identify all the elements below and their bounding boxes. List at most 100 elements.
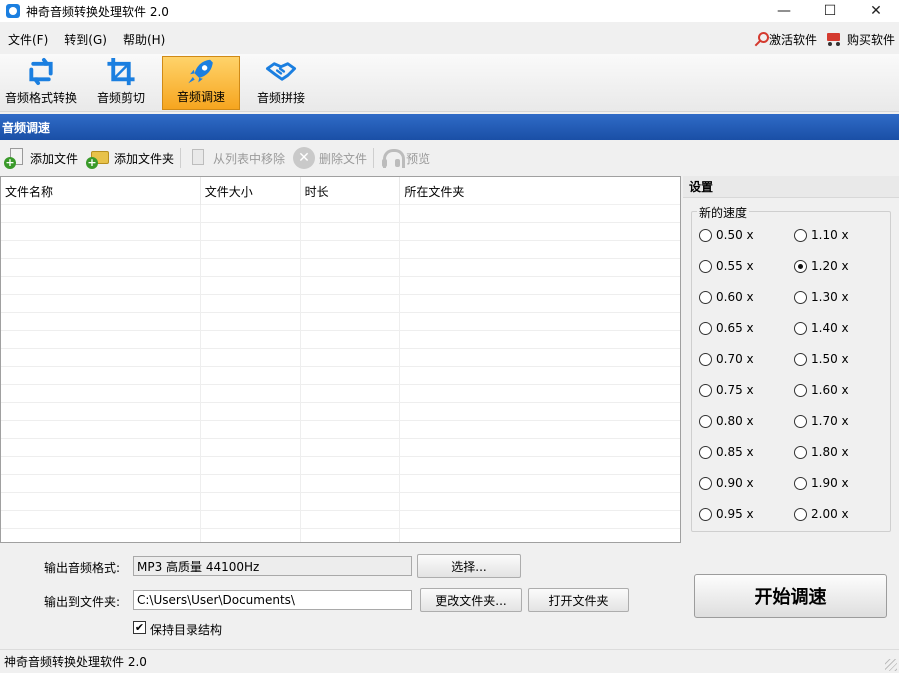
table-cell <box>201 205 301 223</box>
speed-radio-option[interactable]: 0.70 x <box>699 352 754 366</box>
speed-radio-option[interactable]: 0.50 x <box>699 228 754 242</box>
speed-radio-option[interactable]: 2.00 x <box>794 507 849 521</box>
file-list-table[interactable]: 文件名称 文件大小 时长 所在文件夹 <box>0 176 681 543</box>
delete-file-button[interactable]: ✕ 删除文件 <box>289 144 371 172</box>
speed-radio-label: 0.55 x <box>716 259 754 273</box>
table-row[interactable] <box>1 511 680 529</box>
speed-radio-option[interactable]: 1.60 x <box>794 383 849 397</box>
table-row[interactable] <box>1 205 680 223</box>
table-row[interactable] <box>1 421 680 439</box>
table-row[interactable] <box>1 439 680 457</box>
table-cell <box>1 493 201 511</box>
resize-grip[interactable] <box>885 659 897 671</box>
speed-radio-option[interactable]: 1.90 x <box>794 476 849 490</box>
table-row[interactable] <box>1 529 680 542</box>
speed-radio-option[interactable]: 0.65 x <box>699 321 754 335</box>
table-cell <box>301 313 401 331</box>
table-row[interactable] <box>1 331 680 349</box>
speed-radio-option[interactable]: 1.20 x <box>794 259 849 273</box>
speed-radio-option[interactable]: 0.60 x <box>699 290 754 304</box>
remove-from-list-button[interactable]: 从列表中移除 <box>183 144 289 172</box>
table-row[interactable] <box>1 493 680 511</box>
menu-help[interactable]: 帮助(H) <box>115 31 173 48</box>
speed-radio-option[interactable]: 0.75 x <box>699 383 754 397</box>
speed-radio-option[interactable]: 0.90 x <box>699 476 754 490</box>
table-cell <box>400 457 680 475</box>
speed-radio-option[interactable]: 1.70 x <box>794 414 849 428</box>
table-cell <box>201 493 301 511</box>
speed-radio-option[interactable]: 0.55 x <box>699 259 754 273</box>
speed-radio-option[interactable]: 1.50 x <box>794 352 849 366</box>
table-cell <box>301 223 401 241</box>
column-header-folder[interactable]: 所在文件夹 <box>400 177 680 205</box>
table-cell <box>400 259 680 277</box>
table-row[interactable] <box>1 367 680 385</box>
table-cell <box>301 511 401 529</box>
close-button[interactable]: ✕ <box>853 0 899 22</box>
change-folder-button[interactable]: 更改文件夹... <box>420 588 522 612</box>
add-file-button[interactable]: + 添加文件 <box>0 144 82 172</box>
table-row[interactable] <box>1 259 680 277</box>
preview-button[interactable]: 预览 <box>376 144 434 172</box>
start-speed-change-button[interactable]: 开始调速 <box>694 574 887 618</box>
table-row[interactable] <box>1 313 680 331</box>
radio-circle-icon <box>794 290 807 304</box>
speed-radio-option[interactable]: 0.80 x <box>699 414 754 428</box>
table-row[interactable] <box>1 349 680 367</box>
speed-radio-option[interactable]: 0.95 x <box>699 507 754 521</box>
add-folder-button[interactable]: + 添加文件夹 <box>82 144 178 172</box>
buy-software-link[interactable]: 购买软件 <box>825 31 895 48</box>
table-row[interactable] <box>1 475 680 493</box>
menu-goto[interactable]: 转到(G) <box>56 31 115 48</box>
table-cell <box>301 421 401 439</box>
output-folder-field[interactable]: C:\Users\User\Documents\ <box>133 590 412 610</box>
table-row[interactable] <box>1 277 680 295</box>
speed-radio-option[interactable]: 1.40 x <box>794 321 849 335</box>
maximize-button[interactable]: ☐ <box>807 0 853 22</box>
table-row[interactable] <box>1 241 680 259</box>
speed-radio-label: 1.80 x <box>811 445 849 459</box>
table-cell <box>301 295 401 313</box>
table-cell <box>301 349 401 367</box>
menu-file[interactable]: 文件(F) <box>0 31 56 48</box>
preview-label: 预览 <box>406 151 431 166</box>
table-row[interactable] <box>1 385 680 403</box>
table-cell <box>1 277 201 295</box>
table-cell <box>201 223 301 241</box>
speed-radio-option[interactable]: 1.10 x <box>794 228 849 242</box>
speed-radio-option[interactable]: 1.80 x <box>794 445 849 459</box>
table-row[interactable] <box>1 295 680 313</box>
table-row[interactable] <box>1 223 680 241</box>
table-cell <box>201 475 301 493</box>
tool-format-convert[interactable]: 音频格式转换 <box>2 56 80 110</box>
table-cell <box>301 457 401 475</box>
tool-audio-cut[interactable]: 音频剪切 <box>84 56 158 110</box>
choose-format-button[interactable]: 选择... <box>417 554 521 578</box>
minimize-button[interactable]: — <box>761 0 807 22</box>
table-cell <box>400 223 680 241</box>
table-row[interactable] <box>1 403 680 421</box>
table-cell <box>301 403 401 421</box>
tool-audio-join[interactable]: 音频拼接 <box>244 56 318 110</box>
activate-label: 激活软件 <box>768 32 817 47</box>
open-folder-button[interactable]: 打开文件夹 <box>528 588 629 612</box>
activate-software-link[interactable]: 激活软件 <box>751 31 817 48</box>
radio-circle-icon <box>794 352 807 366</box>
keep-structure-checkbox[interactable]: ✔ <box>133 621 146 634</box>
speed-radio-label: 1.70 x <box>811 414 849 428</box>
radio-circle-icon <box>699 290 712 304</box>
column-header-duration[interactable]: 时长 <box>301 177 401 205</box>
table-row[interactable] <box>1 457 680 475</box>
column-header-size[interactable]: 文件大小 <box>201 177 301 205</box>
table-cell <box>301 241 401 259</box>
output-folder-label: 输出到文件夹: <box>44 595 121 609</box>
add-file-label: 添加文件 <box>30 151 79 166</box>
speed-radio-option[interactable]: 1.30 x <box>794 290 849 304</box>
speed-radio-option[interactable]: 0.85 x <box>699 445 754 459</box>
main-toolbar: 音频格式转换 音频剪切 音频调速 音频拼接 <box>0 54 899 112</box>
speed-radio-label: 0.85 x <box>716 445 754 459</box>
table-cell <box>301 493 401 511</box>
tool-audio-speed[interactable]: 音频调速 <box>162 56 240 110</box>
column-header-name[interactable]: 文件名称 <box>1 177 201 205</box>
speed-radio-label: 1.60 x <box>811 383 849 397</box>
